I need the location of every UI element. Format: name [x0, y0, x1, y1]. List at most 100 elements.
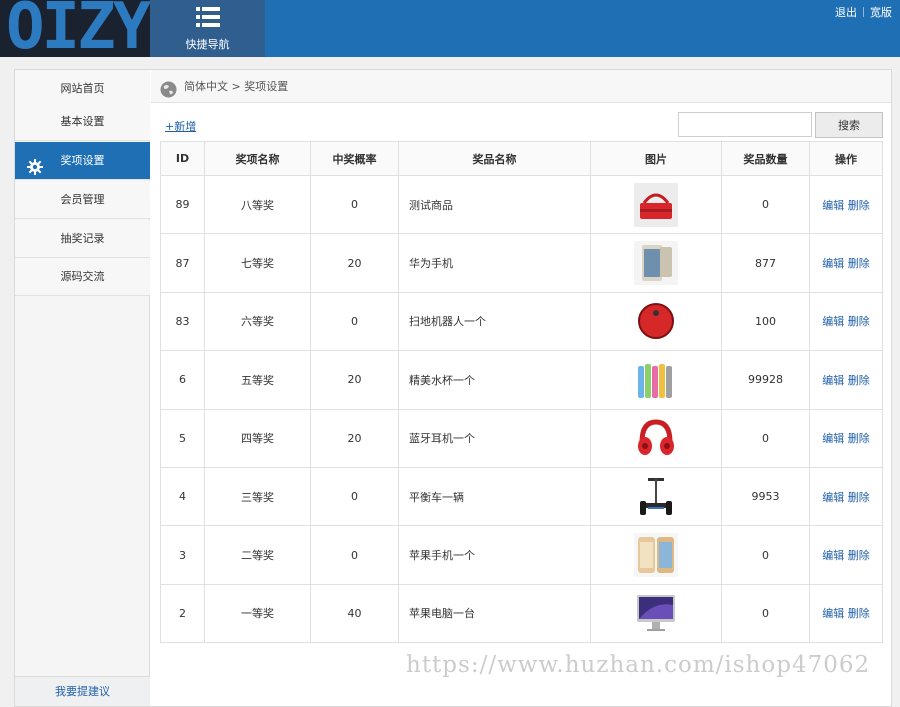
cell-id: 3	[160, 525, 205, 585]
column-header-level[interactable]: 奖项名称	[204, 141, 311, 176]
table-row: 2 一等奖 40 苹果电脑一台 0 编辑 删除	[160, 583, 883, 644]
site-logo[interactable]: OIZY	[0, 0, 150, 57]
logout-link[interactable]: 退出	[835, 6, 857, 19]
cell-probability: 0	[310, 466, 399, 527]
sidebar-item-members[interactable]: 会员管理	[15, 181, 150, 219]
cell-image	[590, 525, 722, 585]
cell-image	[590, 350, 722, 410]
sidebar-item-label: 源码交流	[60, 270, 105, 283]
logo-text: OIZY	[6, 0, 150, 57]
cell-id: 83	[160, 291, 205, 352]
cell-actions: 编辑 删除	[809, 525, 883, 585]
sidebar-item-basic-settings[interactable]: 基本设置	[15, 103, 150, 141]
delete-link[interactable]: 删除	[848, 257, 870, 270]
add-prize-link[interactable]: +新增	[165, 118, 196, 134]
edit-link[interactable]: 编辑	[822, 491, 844, 504]
cell-quantity: 9953	[721, 466, 810, 527]
edit-link[interactable]: 编辑	[822, 549, 844, 562]
delete-link[interactable]: 删除	[848, 549, 870, 562]
cell-quantity: 0	[721, 408, 810, 468]
cell-image	[590, 174, 722, 235]
table-row: 6 五等奖 20 精美水杯一个 99928 编辑 删除	[160, 350, 883, 410]
cell-id: 6	[160, 350, 205, 410]
delete-link[interactable]: 删除	[848, 432, 870, 445]
cell-prize-name: 平衡车一辆	[398, 466, 591, 527]
sidebar-item-source-exchange[interactable]: 源码交流	[15, 258, 150, 296]
edit-link[interactable]: 编辑	[822, 432, 844, 445]
cell-level: 八等奖	[204, 174, 311, 235]
globe-icon	[160, 78, 177, 111]
sidebar-item-label: 基本设置	[60, 115, 105, 128]
edit-link[interactable]: 编辑	[822, 315, 844, 328]
cell-prize-name: 华为手机	[398, 233, 591, 293]
delete-link[interactable]: 删除	[848, 607, 870, 620]
cell-actions: 编辑 删除	[809, 174, 883, 235]
cell-prize-name: 测试商品	[398, 174, 591, 235]
quick-nav-label: 快捷导航	[185, 38, 230, 51]
cell-quantity: 0	[721, 525, 810, 585]
table-row: 89 八等奖 0 测试商品 0 编辑 删除	[160, 174, 883, 235]
cell-actions: 编辑 删除	[809, 233, 883, 293]
quick-nav-button[interactable]: 快捷导航	[150, 0, 265, 57]
prize-table: ID 奖项名称 中奖概率 奖品名称 图片 奖品数量 操作 89 八等奖 0 测试…	[160, 141, 883, 644]
cell-image	[590, 291, 722, 352]
column-header-image[interactable]: 图片	[590, 141, 722, 176]
table-header-row: ID 奖项名称 中奖概率 奖品名称 图片 奖品数量 操作	[160, 141, 883, 176]
cell-prize-name: 苹果电脑一台	[398, 583, 591, 644]
sidebar-item-label: 会员管理	[60, 193, 105, 206]
cell-actions: 编辑 删除	[809, 350, 883, 410]
edit-link[interactable]: 编辑	[822, 199, 844, 212]
edit-link[interactable]: 编辑	[822, 374, 844, 387]
iphone-product-image	[634, 533, 678, 578]
search-button[interactable]: 搜索	[815, 112, 883, 138]
wide-mode-link[interactable]: 宽版	[870, 6, 892, 19]
cell-image	[590, 233, 722, 293]
water-bottles-product-image	[634, 357, 678, 402]
delete-link[interactable]: 删除	[848, 491, 870, 504]
headphones-product-image	[634, 416, 678, 461]
cell-level: 一等奖	[204, 583, 311, 644]
delete-link[interactable]: 删除	[848, 315, 870, 328]
column-header-probability[interactable]: 中奖概率	[310, 141, 399, 176]
menu-list-icon	[196, 6, 220, 31]
cell-level: 五等奖	[204, 350, 311, 410]
cell-id: 5	[160, 408, 205, 468]
edit-link[interactable]: 编辑	[822, 257, 844, 270]
divider	[863, 7, 864, 17]
cell-quantity: 100	[721, 291, 810, 352]
robot-vacuum-product-image	[634, 299, 678, 344]
column-header-quantity[interactable]: 奖品数量	[721, 141, 810, 176]
table-row: 83 六等奖 0 扫地机器人一个 100 编辑 删除	[160, 291, 883, 352]
cell-probability: 0	[310, 174, 399, 235]
cell-id: 4	[160, 466, 205, 527]
sidebar: 网站首页 基本设置 奖项设置 会员管理 抽奖记录 源码交流 我要提建议	[15, 70, 150, 706]
cell-image	[590, 466, 722, 527]
cell-actions: 编辑 删除	[809, 466, 883, 527]
cell-actions: 编辑 删除	[809, 583, 883, 644]
cell-probability: 20	[310, 408, 399, 468]
cell-probability: 0	[310, 291, 399, 352]
column-header-prize-name[interactable]: 奖品名称	[398, 141, 591, 176]
cell-probability: 0	[310, 525, 399, 585]
table-row: 5 四等奖 20 蓝牙耳机一个 0 编辑 删除	[160, 408, 883, 468]
cell-level: 三等奖	[204, 466, 311, 527]
sidebar-item-prize-settings[interactable]: 奖项设置	[15, 142, 150, 180]
edit-link[interactable]: 编辑	[822, 607, 844, 620]
column-header-id[interactable]: ID	[160, 141, 205, 176]
red-bag-product-image	[634, 182, 678, 227]
sidebar-item-draw-records[interactable]: 抽奖记录	[15, 220, 150, 258]
cell-probability: 20	[310, 350, 399, 410]
breadcrumb-text: 简体中文 > 奖项设置	[184, 80, 289, 93]
suggestion-link[interactable]: 我要提建议	[15, 676, 150, 706]
cell-quantity: 0	[721, 174, 810, 235]
cell-quantity: 877	[721, 233, 810, 293]
cell-quantity: 0	[721, 583, 810, 644]
cell-prize-name: 扫地机器人一个	[398, 291, 591, 352]
cell-id: 2	[160, 583, 205, 644]
table-row: 4 三等奖 0 平衡车一辆 9953 编辑 删除	[160, 466, 883, 527]
cell-id: 89	[160, 174, 205, 235]
delete-link[interactable]: 删除	[848, 199, 870, 212]
delete-link[interactable]: 删除	[848, 374, 870, 387]
search-input[interactable]	[678, 112, 812, 137]
sidebar-item-label: 网站首页	[60, 82, 105, 95]
